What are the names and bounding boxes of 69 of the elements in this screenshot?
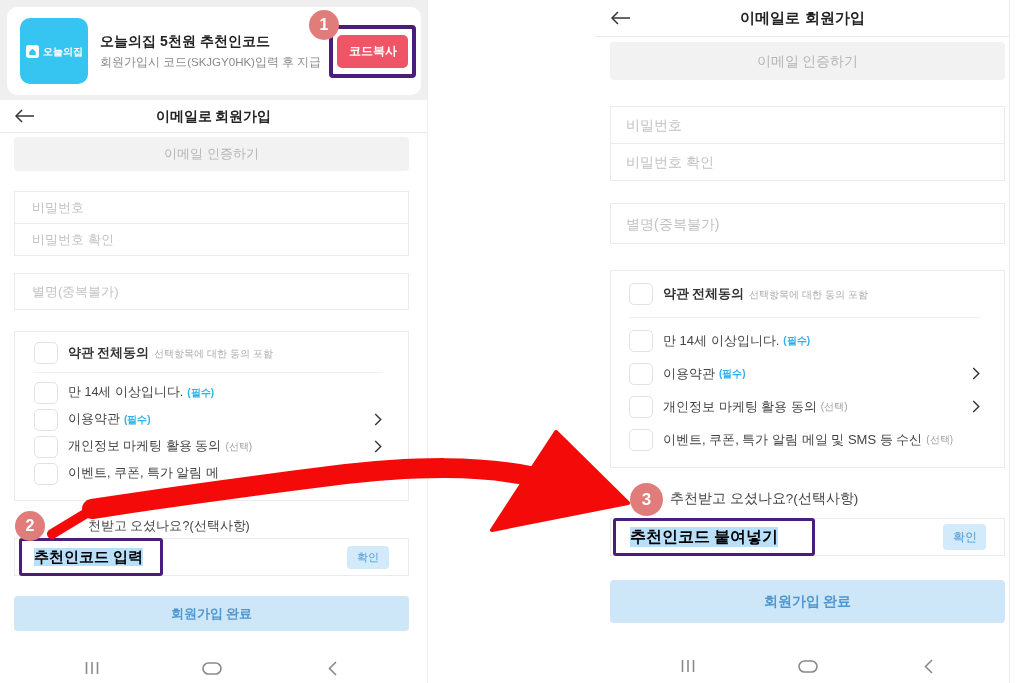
password-field[interactable]: 비밀번호 확인	[14, 223, 409, 256]
required-note: (필수)	[124, 413, 151, 427]
agree-all-label: 약관 전체동의	[663, 285, 745, 303]
code-text: 추천인코드 붙여넣기	[630, 527, 779, 547]
checkbox[interactable]	[629, 362, 653, 385]
nickname-field[interactable]: 별명(중복불가)	[14, 273, 409, 310]
terms-item-label: 만 14세 이상입니다.	[68, 384, 184, 402]
checkbox[interactable]	[34, 408, 58, 431]
checkbox[interactable]	[34, 435, 58, 458]
chevron-right-icon[interactable]	[374, 413, 382, 426]
house-icon	[25, 44, 39, 58]
required-note: (필수)	[187, 386, 214, 400]
signup-complete-button[interactable]: 회원가입 완료	[610, 580, 1005, 623]
checkbox[interactable]	[629, 283, 653, 305]
chevron-right-icon[interactable]	[972, 367, 980, 380]
confirm-button[interactable]: 확인	[943, 524, 986, 550]
optional-note: (선택)	[820, 400, 848, 414]
terms-item-label: 이벤트, 쿠폰, 특가 알림 메	[68, 465, 219, 483]
checkbox[interactable]	[34, 381, 58, 404]
password-field[interactable]: 비밀번호	[610, 106, 1005, 144]
code-text: 추천인코드 입력	[34, 547, 144, 567]
terms-item-label: 이벤트, 쿠폰, 특가 알림 메일 및 SMS 등 수신	[663, 430, 923, 449]
optional-note: (선택)	[926, 433, 953, 447]
checkbox[interactable]	[34, 462, 58, 485]
chevron-right-icon[interactable]	[374, 440, 382, 453]
recent-apps-icon[interactable]	[681, 659, 695, 673]
back-icon[interactable]	[924, 658, 933, 674]
checkbox[interactable]	[34, 342, 58, 364]
agree-all-note: 선택항목에 대한 동의 포함	[749, 287, 868, 302]
email-verify-button[interactable]: 이메일 인증하기	[610, 42, 1005, 80]
logo-text: 오늘의집	[42, 44, 83, 59]
confirm-button[interactable]: 확인	[347, 545, 389, 569]
agree-all-note: 선택항목에 대한 동의 포함	[154, 346, 273, 361]
back-icon[interactable]	[328, 660, 337, 676]
referral-question: 추천받고 오셨나요?(선택사항)	[670, 489, 859, 508]
back-arrow-icon[interactable]	[15, 109, 35, 123]
terms-item-label: 만 14세 이상입니다.	[663, 331, 780, 350]
screen-title: 이메일로 회원가입	[740, 7, 865, 28]
referral-code-field[interactable]: 추천인코드 붙여넣기 확인	[610, 518, 1005, 556]
home-icon[interactable]	[202, 661, 222, 675]
password-field[interactable]: 비밀번호 확인	[610, 143, 1005, 181]
email-verify-button[interactable]: 이메일 인증하기	[14, 137, 409, 171]
terms-item-label: 이용약관	[663, 364, 715, 383]
step-number-badge: 1	[309, 9, 339, 40]
signup-complete-button[interactable]: 회원가입 완료	[14, 596, 409, 631]
recent-apps-icon[interactable]	[85, 661, 99, 675]
terms-item-label: 이용약관	[68, 411, 120, 429]
step-number-badge: 2	[15, 511, 45, 541]
referral-code-field[interactable]: 추천인코드 입력 확인	[14, 538, 409, 576]
copy-code-button[interactable]: 코드복사	[337, 34, 408, 68]
terms-item-label: 개인정보 마케팅 활용 동의	[68, 438, 222, 456]
home-icon[interactable]	[798, 659, 818, 673]
checkbox[interactable]	[629, 329, 653, 352]
screen-title: 이메일로 회원가입	[155, 106, 272, 126]
password-field[interactable]: 비밀번호	[14, 191, 409, 224]
back-arrow-icon[interactable]	[611, 11, 631, 25]
terms-item-label: 개인정보 마케팅 활용 동의	[663, 397, 817, 416]
chevron-right-icon[interactable]	[972, 400, 980, 413]
checkbox[interactable]	[629, 428, 653, 451]
required-note: (필수)	[783, 334, 810, 348]
referral-question: 천받고 오셨나요?(선택사항)	[88, 517, 250, 535]
promo-subtitle: 회원가입시 코드(SKJGY0HK)입력 후 지급	[100, 54, 322, 69]
step-number-badge: 3	[630, 483, 663, 516]
optional-note: (선택)	[225, 440, 253, 454]
agree-all-label: 약관 전체동의	[68, 344, 150, 362]
nickname-field[interactable]: 별명(중복불가)	[610, 203, 1005, 244]
required-note: (필수)	[719, 367, 746, 381]
promo-title: 오늘의집 5천원 추천인코드	[100, 33, 271, 51]
checkbox[interactable]	[629, 395, 653, 418]
